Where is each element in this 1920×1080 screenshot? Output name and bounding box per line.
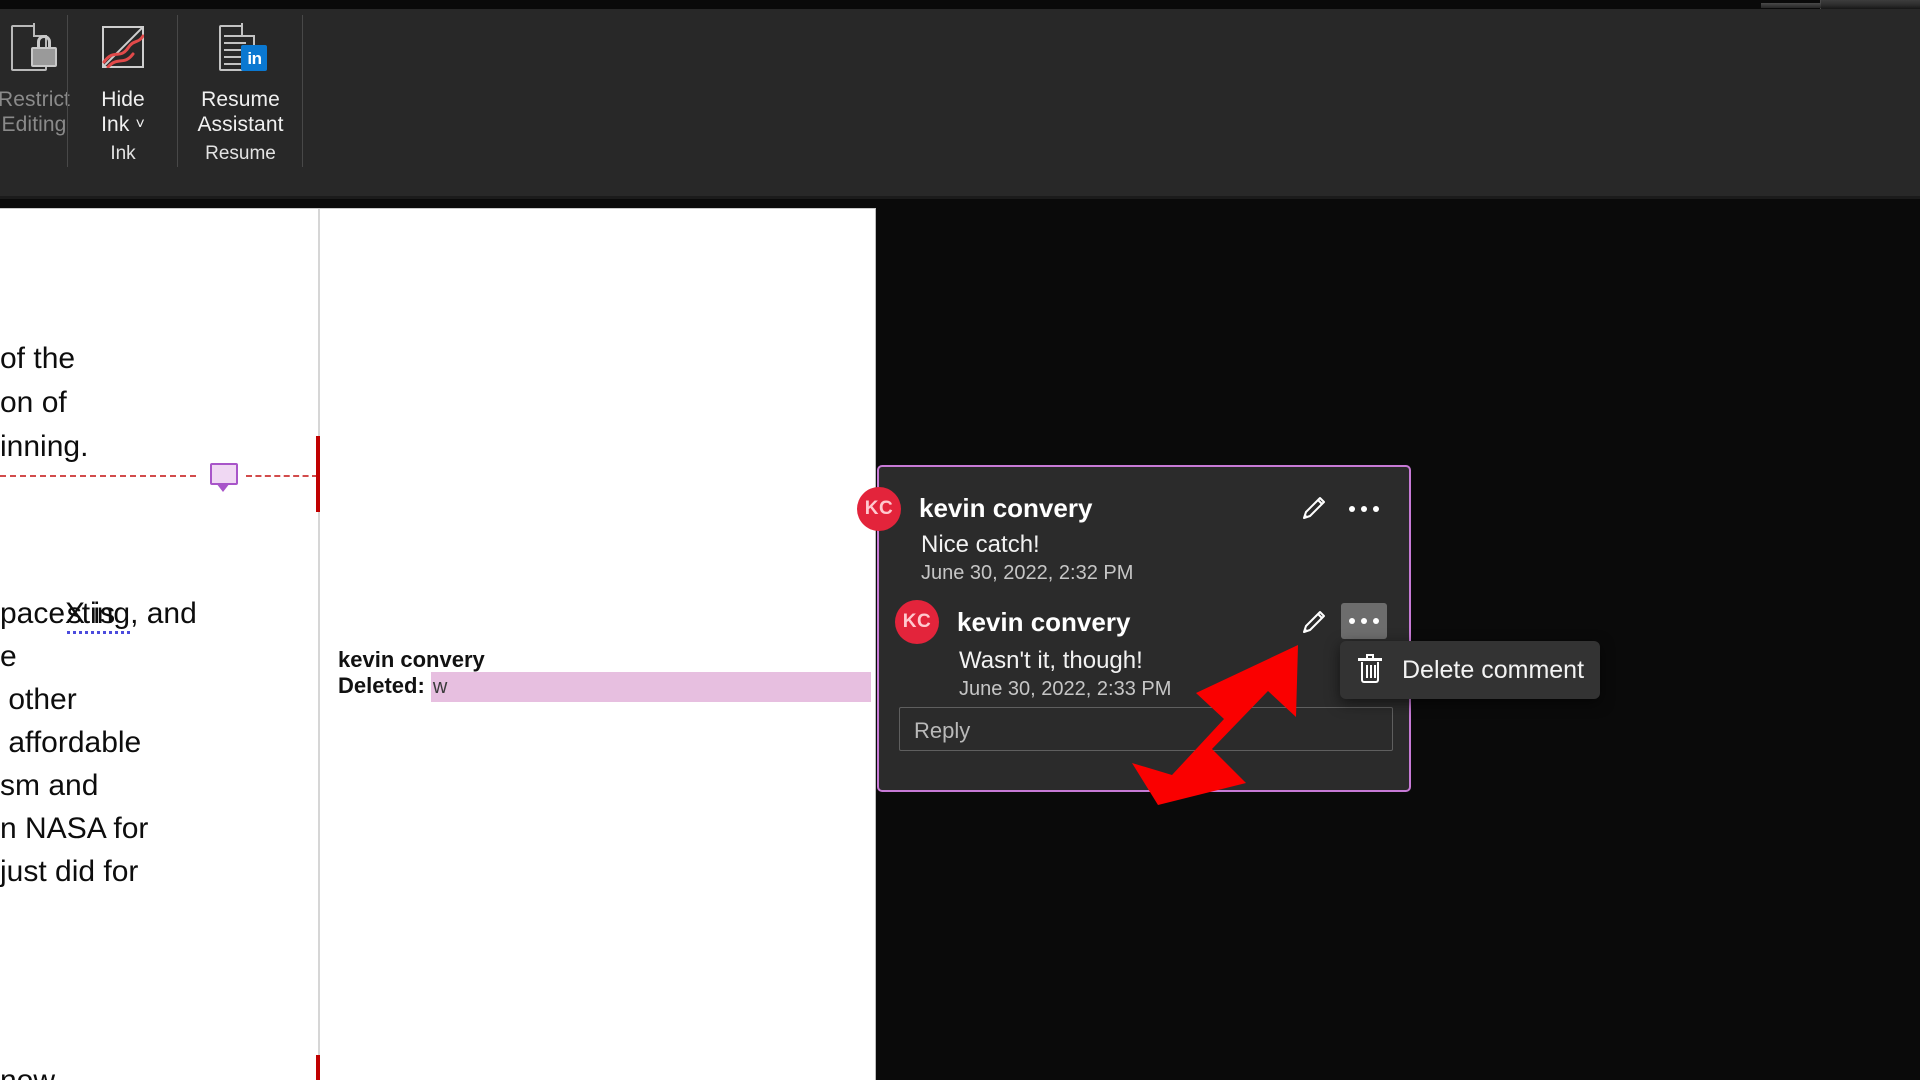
ribbon: Restrict Editing t xyxy=(0,9,1920,199)
avatar[interactable]: KC xyxy=(857,487,901,531)
markup-change-label: Deleted: xyxy=(338,673,425,698)
comment-anchor-line xyxy=(246,475,318,477)
reply-placeholder: Reply xyxy=(914,718,971,743)
avatar[interactable]: KC xyxy=(895,600,939,644)
markup-area-divider xyxy=(318,209,320,1080)
ribbon-strip: Restrict Editing t xyxy=(0,9,1920,171)
doc-line: of the xyxy=(0,342,76,375)
comment-timestamp: June 30, 2022, 2:32 PM xyxy=(921,562,1134,584)
resume-assistant-icon: in xyxy=(213,23,268,81)
hide-ink-label: Hide Ink ˅ xyxy=(101,88,145,137)
doc-line: affordable xyxy=(0,726,142,759)
restrict-editing-button[interactable]: Restrict Editing xyxy=(0,9,70,149)
doc-line: just did for xyxy=(0,855,139,888)
hide-ink-button[interactable]: Hide Ink ˅ xyxy=(96,9,150,149)
ribbon-group-label-ink: Ink xyxy=(110,143,136,164)
window-controls-edge[interactable] xyxy=(1761,0,1920,9)
doc-line: e xyxy=(0,640,17,673)
more-options-icon-active[interactable] xyxy=(1341,603,1387,639)
ribbon-divider xyxy=(302,15,303,167)
changed-line-bar xyxy=(316,1055,320,1080)
ribbon-group-ink: Hide Ink ˅ Ink xyxy=(68,9,178,171)
pencil-icon[interactable] xyxy=(1299,607,1329,637)
comment-author: kevin convery xyxy=(957,607,1131,637)
doc-line: on of xyxy=(0,386,67,419)
menu-item-label: Delete comment xyxy=(1402,655,1585,684)
markup-change-line: Deleted: w xyxy=(338,672,878,702)
ribbon-group-label-resume: Resume xyxy=(205,143,276,164)
doc-line: now xyxy=(0,1059,55,1080)
more-options-icon[interactable] xyxy=(1341,491,1387,527)
markup-author: kevin convery xyxy=(338,647,485,672)
app-root: Restrict Editing t xyxy=(0,0,1920,1080)
pencil-icon[interactable] xyxy=(1299,493,1329,523)
restrict-editing-icon xyxy=(7,23,61,81)
tracked-change-markup[interactable]: kevin convery Deleted: w xyxy=(338,647,878,702)
resume-assistant-button[interactable]: in Resume Assistant xyxy=(197,9,283,149)
trash-icon xyxy=(1358,654,1382,684)
context-menu[interactable]: Delete comment xyxy=(1340,641,1600,699)
restrict-editing-label: Restrict Editing xyxy=(0,88,70,136)
comment-anchor-line xyxy=(0,475,196,477)
resume-assistant-label: Resume Assistant xyxy=(197,88,284,136)
comment-bubble-icon[interactable] xyxy=(210,463,238,492)
document-page[interactable]: of the on of inning. sting, and paceX is… xyxy=(0,208,876,1080)
document-body-text[interactable]: of the on of inning. sting, and paceX is… xyxy=(0,209,318,1080)
doc-line: sm and xyxy=(0,769,99,802)
comment-author: kevin convery xyxy=(919,493,1093,523)
doc-line: paceX is xyxy=(0,597,116,630)
ribbon-bottom-border xyxy=(0,196,1920,199)
ribbon-group-resume: in Resume Assistant Resume xyxy=(178,9,303,171)
changed-line-bar xyxy=(316,436,320,512)
doc-line: other xyxy=(0,683,77,716)
hide-ink-icon xyxy=(96,23,150,81)
doc-line: inning. xyxy=(0,430,89,463)
ribbon-group-protect: Restrict Editing t xyxy=(0,9,70,171)
red-arrow-annotation xyxy=(1132,645,1298,805)
comment-text: Nice catch! xyxy=(921,531,1040,558)
linkedin-badge-icon: in xyxy=(241,45,268,71)
ribbon-group-label-protect: t xyxy=(0,143,42,165)
doc-line: n NASA for xyxy=(0,812,149,845)
menu-item-delete-comment[interactable]: Delete comment xyxy=(1340,641,1600,699)
chevron-down-icon[interactable]: ˅ xyxy=(135,112,144,137)
markup-deleted-text: w xyxy=(430,672,871,702)
